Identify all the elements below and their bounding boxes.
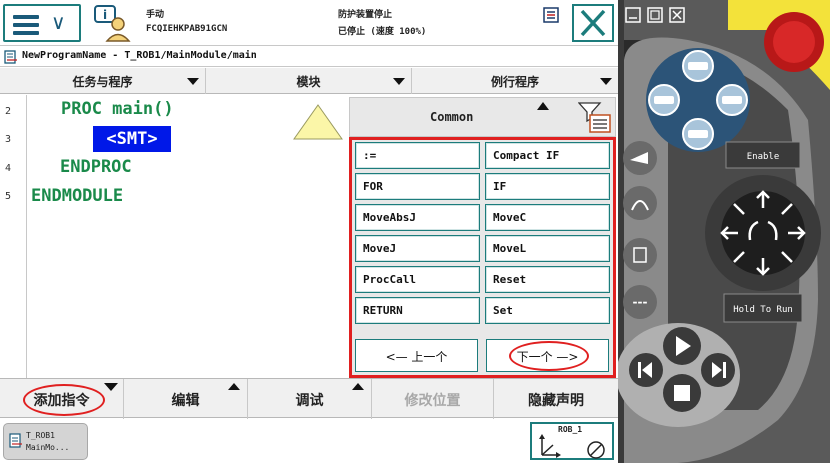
user-icon[interactable]: i: [93, 4, 133, 42]
dropdown-arrow-icon: [393, 78, 405, 85]
instruction-set-button[interactable]: Set: [485, 297, 610, 324]
line-number: 2: [5, 106, 12, 117]
triangle-up-icon[interactable]: [536, 101, 550, 111]
main-menu-button[interactable]: ∨: [3, 4, 81, 42]
mechanical-unit-button[interactable]: ROB_1: [530, 422, 614, 460]
triangle-up-icon: [352, 383, 364, 390]
code-line[interactable]: ENDPROC: [60, 157, 132, 177]
line-number: 4: [5, 163, 12, 174]
jog-axes-icon: [539, 434, 605, 459]
hamburger-icon: [13, 15, 39, 39]
code-line[interactable]: PROC main(): [61, 99, 174, 119]
svg-text:i: i: [103, 8, 107, 22]
instruction-proccall-button[interactable]: ProcCall: [355, 266, 480, 293]
dropdown-arrow-icon: [187, 78, 199, 85]
svg-text:---: ---: [633, 295, 648, 309]
add-instruction-highlight: [23, 384, 105, 416]
triangle-up-icon: [228, 383, 240, 390]
instruction-category-header[interactable]: Common: [349, 97, 616, 137]
safety-status: 防护装置停止: [338, 10, 393, 20]
line-number: 5: [5, 191, 12, 202]
next-page-highlight: [509, 341, 589, 371]
hide-declarations-button[interactable]: 隐藏声明: [494, 379, 618, 419]
code-line[interactable]: ENDMODULE: [31, 186, 123, 206]
close-icon: [580, 9, 606, 37]
close-button[interactable]: [572, 4, 614, 42]
instruction-for-button[interactable]: FOR: [355, 173, 480, 200]
flexpendant-hardware: --- Enable Hold To Run: [618, 0, 830, 463]
program-icon: [9, 433, 22, 448]
triangle-down-icon: [104, 383, 118, 391]
filter-list-icon[interactable]: [578, 102, 612, 134]
system-name: FCQIEHKPAB91GCN: [146, 24, 228, 34]
edit-button[interactable]: 编辑: [124, 379, 248, 419]
instruction-if-button[interactable]: IF: [485, 173, 610, 200]
instruction-category-title: Common: [430, 110, 474, 124]
instruction-movej-button[interactable]: MoveJ: [355, 235, 480, 262]
run-state: 已停止 (速度 100%): [338, 27, 427, 37]
instruction-compact-if-button[interactable]: Compact IF: [485, 142, 610, 169]
instruction-moveabsj-button[interactable]: MoveAbsJ: [355, 204, 480, 231]
debug-button[interactable]: 调试: [248, 379, 372, 419]
hold-to-run-label: Hold To Run: [733, 305, 793, 315]
instruction-movec-button[interactable]: MoveC: [485, 204, 610, 231]
chevron-down-icon: ∨: [51, 10, 66, 34]
bottom-toolbar: 添加指令 编辑 调试 修改位置 隐藏声明: [0, 378, 618, 419]
smt-placeholder[interactable]: <SMT>: [93, 126, 171, 152]
line-number-gutter: 2 3 4 5: [0, 95, 27, 378]
event-log-icon[interactable]: [543, 7, 559, 23]
instruction-assign-button[interactable]: :=: [355, 142, 480, 169]
enable-label: Enable: [747, 152, 780, 162]
warning-triangle-icon: [293, 104, 343, 140]
taskbar-program-editor[interactable]: T_ROB1 MainMo...: [3, 423, 88, 460]
editor-tabs: 任务与程序 模块 例行程序: [0, 68, 618, 94]
previous-page-button[interactable]: <— 上一个: [355, 339, 478, 372]
tab-tasks-and-programs[interactable]: 任务与程序: [0, 68, 206, 94]
modify-position-button[interactable]: 修改位置: [372, 379, 494, 419]
tab-routines[interactable]: 例行程序: [412, 68, 618, 94]
breadcrumb: NewProgramName - T_ROB1/MainModule/main: [0, 47, 618, 67]
task-bar: [0, 419, 618, 463]
instruction-movel-button[interactable]: MoveL: [485, 235, 610, 262]
breadcrumb-path: NewProgramName - T_ROB1/MainModule/main: [22, 50, 257, 61]
instruction-picker: := Compact IF FOR IF MoveAbsJ MoveC Move…: [349, 137, 616, 378]
status-panel: 手动 FCQIEHKPAB91GCN 防护装置停止 已停止 (速度 100%): [138, 2, 570, 42]
program-icon: [4, 50, 17, 64]
line-number: 3: [5, 134, 12, 145]
add-instruction-button[interactable]: 添加指令: [0, 379, 124, 419]
tab-modules[interactable]: 模块: [206, 68, 412, 94]
dropdown-arrow-icon: [600, 78, 612, 85]
instruction-return-button[interactable]: RETURN: [355, 297, 480, 324]
instruction-reset-button[interactable]: Reset: [485, 266, 610, 293]
operating-mode: 手动: [146, 10, 165, 20]
